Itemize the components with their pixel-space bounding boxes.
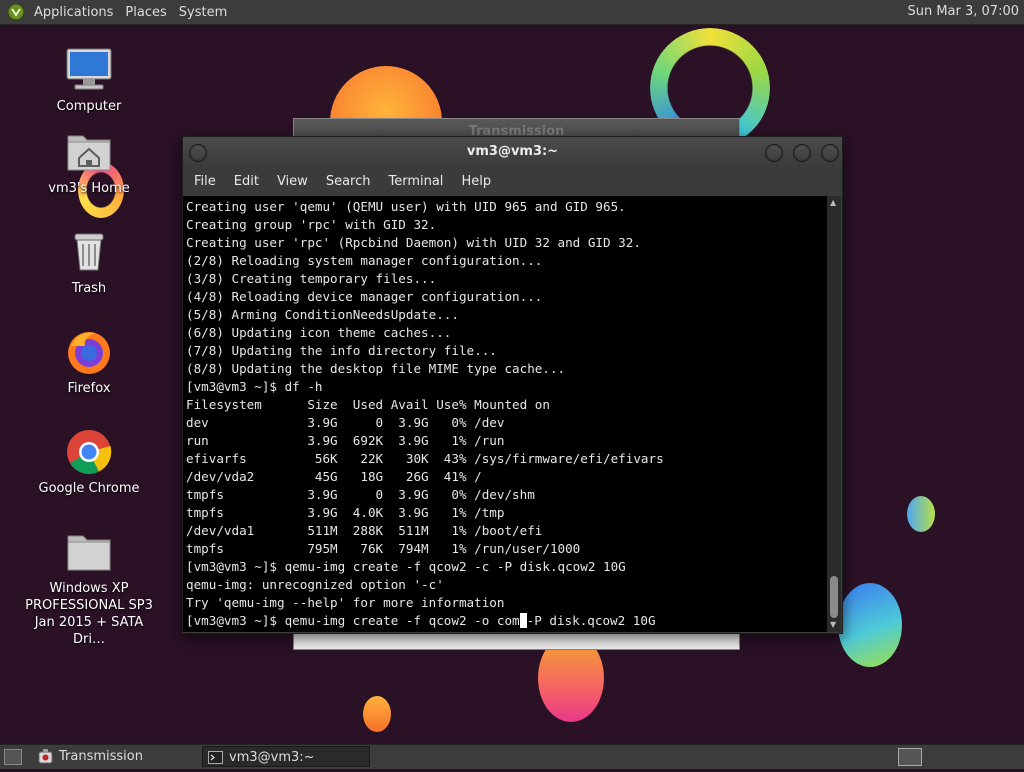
terminal-icon: [208, 750, 223, 765]
taskbar-item-transmission[interactable]: Transmission: [33, 746, 199, 767]
terminal-line: Filesystem Size Used Avail Use% Mounted …: [186, 397, 550, 412]
terminal-line: efivarfs 56K 22K 30K 43% /sys/firmware/e…: [186, 451, 664, 466]
terminal-line: dev 3.9G 0 3.9G 0% /dev: [186, 415, 505, 430]
desktop-icon-home[interactable]: vm3's Home: [24, 128, 154, 197]
menu-search[interactable]: Search: [319, 174, 378, 189]
taskbar-item-terminal[interactable]: vm3@vm3:~: [202, 746, 370, 767]
text-cursor: [519, 613, 527, 628]
prompt-text-before-cursor: [vm3@vm3 ~]$ qemu-img create -f qcow2 -o…: [186, 613, 520, 628]
menu-edit[interactable]: Edit: [227, 174, 266, 189]
menu-places[interactable]: Places: [119, 5, 172, 20]
terminal-line: tmpfs 795M 76K 794M 1% /run/user/1000: [186, 541, 581, 556]
terminal-menubar: File Edit View Search Terminal Help: [183, 167, 842, 196]
close-button[interactable]: [821, 144, 839, 162]
terminal-line: Creating user 'rpc' (Rpcbind Daemon) wit…: [186, 235, 641, 250]
terminal-line: Try 'qemu-img --help' for more informati…: [186, 595, 505, 610]
minimize-button[interactable]: [765, 144, 783, 162]
terminal-line: /dev/vda2 45G 18G 26G 41% /: [186, 469, 482, 484]
desktop-icon-label: Windows XP PROFESSIONAL SP3 Jan 2015 + S…: [25, 581, 153, 647]
terminal-line: (2/8) Reloading system manager configura…: [186, 253, 543, 268]
desktop-icon-label: Google Chrome: [38, 481, 140, 496]
chrome-icon: [65, 428, 113, 476]
terminal-line: Creating user 'qemu' (QEMU user) with UI…: [186, 199, 626, 214]
terminal-line: tmpfs 3.9G 0 3.9G 0% /dev/shm: [186, 487, 535, 502]
terminal-line: (3/8) Creating temporary files...: [186, 271, 437, 286]
menu-system[interactable]: System: [173, 5, 233, 20]
show-desktop-icon[interactable]: [4, 749, 22, 765]
window-menu-button[interactable]: [189, 144, 207, 162]
terminal-line: run 3.9G 692K 3.9G 1% /run: [186, 433, 505, 448]
wallpaper-teal-orb: [907, 496, 935, 532]
scroll-up-arrow-icon[interactable]: ▲: [830, 198, 836, 207]
desktop-icon-label: Trash: [71, 281, 107, 296]
mate-logo-icon[interactable]: [4, 0, 28, 24]
desktop-icon-label: Computer: [56, 99, 122, 114]
terminal-line: (5/8) Arming ConditionNeedsUpdate...: [186, 307, 459, 322]
transmission-icon: [38, 749, 53, 764]
terminal-window[interactable]: vm3@vm3:~ File Edit View Search Terminal…: [182, 136, 843, 634]
terminal-line: (8/8) Updating the desktop file MIME typ…: [186, 361, 566, 376]
terminal-line: qemu-img: unrecognized option '-c': [186, 577, 444, 592]
menu-terminal[interactable]: Terminal: [381, 174, 450, 189]
desktop-icon-windows-xp-folder[interactable]: Windows XP PROFESSIONAL SP3 Jan 2015 + S…: [24, 528, 154, 648]
maximize-button[interactable]: [793, 144, 811, 162]
workspace-switcher[interactable]: [898, 748, 922, 766]
terminal-titlebar[interactable]: vm3@vm3:~: [183, 137, 842, 167]
menu-view[interactable]: View: [270, 174, 315, 189]
terminal-line: Creating group 'rpc' with GID 32.: [186, 217, 437, 232]
computer-icon: [65, 46, 113, 94]
terminal-prompt-line[interactable]: [vm3@vm3 ~]$ qemu-img create -f qcow2 -o…: [186, 612, 827, 630]
firefox-icon: [65, 328, 113, 376]
desktop-icon-computer[interactable]: Computer: [24, 46, 154, 115]
wallpaper-small-orange-orb: [363, 696, 391, 732]
terminal-window-title: vm3@vm3:~: [466, 144, 559, 159]
terminal-output[interactable]: Creating user 'qemu' (QEMU user) with UI…: [183, 196, 827, 632]
terminal-line: /dev/vda1 511M 288K 511M 1% /boot/efi: [186, 523, 543, 538]
home-folder-icon: [65, 128, 113, 176]
trash-icon: [65, 228, 113, 276]
bottom-panel: Transmission vm3@vm3:~: [0, 744, 1024, 769]
desktop-icon-label: Firefox: [67, 381, 111, 396]
taskbar-item-label: vm3@vm3:~: [229, 750, 315, 765]
wallpaper-blue-orb: [838, 583, 902, 667]
terminal-line: (6/8) Updating icon theme caches...: [186, 325, 452, 340]
prompt-text-after-cursor: -P disk.qcow2 10G: [526, 613, 656, 628]
terminal-line: [vm3@vm3 ~]$ df -h: [186, 379, 323, 394]
taskbar-item-label: Transmission: [59, 749, 143, 764]
terminal-line: (4/8) Reloading device manager configura…: [186, 289, 543, 304]
terminal-line: (7/8) Updating the info directory file..…: [186, 343, 497, 358]
scroll-down-arrow-icon[interactable]: ▼: [830, 620, 836, 629]
clock[interactable]: Sun Mar 3, 07:00: [907, 0, 1019, 24]
menu-help[interactable]: Help: [454, 174, 498, 189]
menu-applications[interactable]: Applications: [28, 5, 119, 20]
desktop-icon-chrome[interactable]: Google Chrome: [24, 428, 154, 497]
top-panel: Applications Places System Sun Mar 3, 07…: [0, 0, 1024, 25]
scrollbar-thumb[interactable]: [830, 576, 838, 618]
desktop-icon-firefox[interactable]: Firefox: [24, 328, 154, 397]
terminal-line: [vm3@vm3 ~]$ qemu-img create -f qcow2 -c…: [186, 559, 626, 574]
desktop-icon-label: vm3's Home: [48, 181, 130, 196]
terminal-line: tmpfs 3.9G 4.0K 3.9G 1% /tmp: [186, 505, 505, 520]
folder-icon: [65, 528, 113, 576]
desktop-icon-trash[interactable]: Trash: [24, 228, 154, 297]
terminal-scrollbar[interactable]: ▲ ▼: [827, 196, 841, 632]
menu-file[interactable]: File: [187, 174, 223, 189]
